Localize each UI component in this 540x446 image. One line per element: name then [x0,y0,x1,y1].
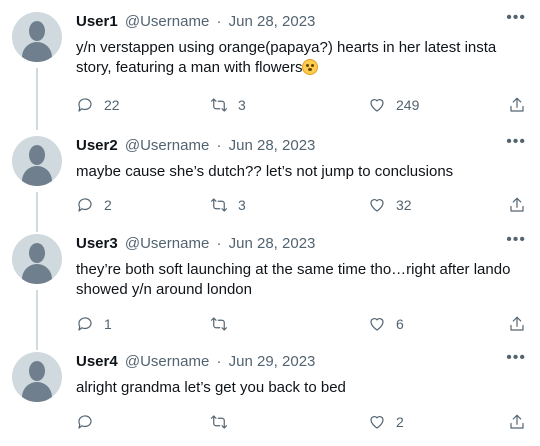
separator-dot: · [216,235,222,252]
username-handle[interactable]: @Username [125,13,209,30]
heart-icon [370,318,384,331]
like-button[interactable]: 6 [368,315,404,333]
tweet-actions: 1 6 [76,315,526,337]
heart-icon [370,199,384,212]
reply-icon [78,415,92,429]
flushed-face-emoji-icon [302,59,319,75]
like-button[interactable]: 2 [368,413,404,431]
tweet[interactable]: User2 @Username · Jun 28, 2023 ••• maybe… [0,133,540,232]
share-button[interactable] [508,96,526,114]
share-icon [510,97,524,112]
retweet-icon [210,198,228,212]
tweet-text: maybe cause she’s dutch?? let’s not jump… [76,163,454,180]
like-button[interactable]: 249 [368,96,419,114]
thread-line [36,290,38,350]
separator-dot: · [216,353,222,370]
display-name[interactable]: User3 [76,235,118,252]
share-button[interactable] [508,413,526,431]
avatar[interactable] [12,352,62,402]
heart-icon [370,416,384,429]
reply-button[interactable]: 1 [76,315,112,333]
like-count: 249 [396,97,420,113]
reply-button[interactable]: 22 [76,96,120,114]
retweet-icon [210,415,228,429]
share-icon [510,197,524,212]
tweet[interactable]: User1 @Username · Jun 28, 2023 ••• y/n v… [0,9,540,130]
thread-line [36,68,38,130]
tweet-text: alright grandma let’s get you back to be… [76,379,346,396]
tweet-date[interactable]: Jun 28, 2023 [229,13,316,30]
separator-dot: · [216,137,222,154]
tweet-actions: 2 3 32 [76,196,526,218]
tweet-text: they’re both soft launching at the same … [76,261,511,298]
reply-button[interactable] [76,413,104,431]
display-name[interactable]: User4 [76,353,118,370]
like-count: 2 [396,414,404,430]
tweet-content: User3 @Username · Jun 28, 2023 ••• they’… [76,231,526,332]
display-name[interactable]: User2 [76,137,118,154]
thread-line [36,192,38,232]
share-icon [510,414,524,429]
retweet-icon [210,317,228,331]
tweet[interactable]: User3 @Username · Jun 28, 2023 ••• they’… [0,231,540,350]
retweet-icon [210,98,228,112]
more-options-button[interactable]: ••• [506,348,526,368]
more-options-button[interactable]: ••• [506,8,526,28]
retweet-button[interactable]: 3 [210,196,246,214]
reply-button[interactable]: 2 [76,196,112,214]
avatar[interactable] [12,234,62,284]
tweet-content: User1 @Username · Jun 28, 2023 ••• y/n v… [76,9,526,113]
tweet-header: User4 @Username · Jun 29, 2023 ••• [76,349,526,374]
username-handle[interactable]: @Username [125,137,209,154]
tweet-actions: 22 3 249 [76,96,526,118]
tweet-date[interactable]: Jun 29, 2023 [229,353,316,370]
like-count: 6 [396,316,404,332]
reply-icon [78,98,92,112]
more-options-button[interactable]: ••• [506,132,526,152]
separator-dot: · [216,13,222,30]
retweet-count: 3 [238,197,246,213]
tweet-content: User4 @Username · Jun 29, 2023 ••• alrig… [76,349,526,430]
reply-count: 22 [104,97,120,113]
reply-count: 1 [104,316,112,332]
retweet-button[interactable]: 3 [210,96,246,114]
share-button[interactable] [508,196,526,214]
tweet-thread: User1 @Username · Jun 28, 2023 ••• y/n v… [0,0,540,446]
share-button[interactable] [508,315,526,333]
retweet-count: 3 [238,97,246,113]
reply-count: 2 [104,197,112,213]
share-icon [510,316,524,331]
tweet-content: User2 @Username · Jun 28, 2023 ••• maybe… [76,133,526,213]
tweet-date[interactable]: Jun 28, 2023 [229,137,316,154]
tweet-header: User2 @Username · Jun 28, 2023 ••• [76,133,526,158]
avatar[interactable] [12,12,62,62]
more-options-button[interactable]: ••• [506,230,526,250]
display-name[interactable]: User1 [76,13,118,30]
retweet-button[interactable] [210,413,238,431]
like-count: 32 [396,197,412,213]
retweet-button[interactable] [210,315,238,333]
username-handle[interactable]: @Username [125,353,209,370]
username-handle[interactable]: @Username [125,235,209,252]
tweet-header: User1 @Username · Jun 28, 2023 ••• [76,9,526,34]
heart-icon [370,99,384,112]
tweet[interactable]: User4 @Username · Jun 29, 2023 ••• alrig… [0,349,540,442]
tweet-text-body: y/n verstappen using orange(papaya?) hea… [76,39,497,76]
tweet-text: y/n verstappen using orange(papaya?) hea… [76,38,526,78]
avatar[interactable] [12,136,62,186]
tweet-actions: 2 [76,413,526,435]
tweet-date[interactable]: Jun 28, 2023 [229,235,316,252]
like-button[interactable]: 32 [368,196,412,214]
reply-icon [78,198,92,212]
tweet-header: User3 @Username · Jun 28, 2023 ••• [76,231,526,256]
reply-icon [78,317,92,331]
